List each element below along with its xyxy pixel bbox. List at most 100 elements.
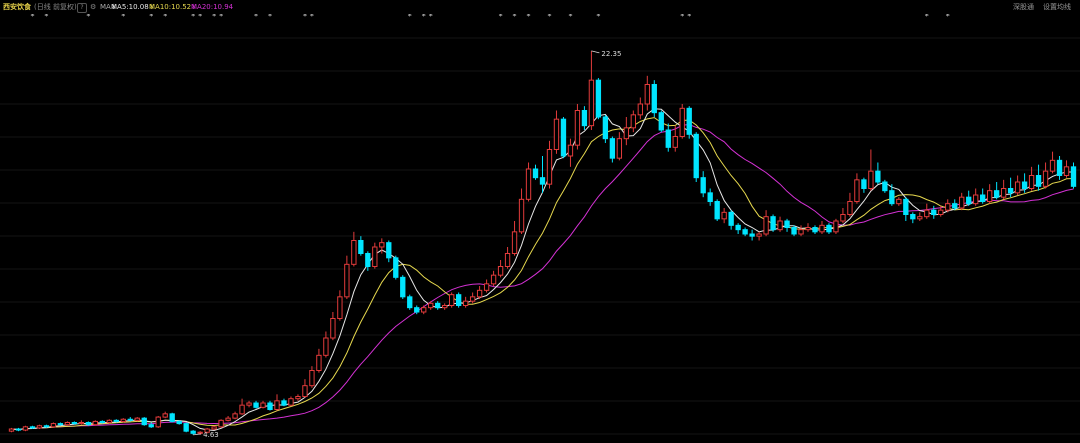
candle	[316, 348, 322, 373]
candle-body	[435, 302, 441, 309]
candle	[651, 80, 657, 117]
candle	[770, 214, 776, 232]
candle-body	[57, 423, 64, 426]
event-marker-icon: *	[44, 14, 48, 21]
candle	[183, 422, 189, 433]
high-label: 22.35	[601, 50, 621, 58]
low-label: 4.63	[203, 431, 219, 439]
candle-body	[539, 177, 546, 185]
candle	[476, 286, 483, 299]
candle	[120, 418, 126, 423]
stock-name[interactable]: 西安饮食	[3, 0, 31, 14]
candle-body	[190, 430, 196, 434]
event-marker-icon: *	[568, 14, 572, 21]
connect-button[interactable]: 深股通	[1013, 0, 1034, 14]
candle-body	[637, 103, 643, 116]
candle-body	[693, 133, 699, 179]
candle-body	[672, 136, 678, 148]
event-marker-icon: *	[212, 14, 216, 21]
settings-icon[interactable]: ⚙	[90, 0, 96, 14]
candle	[8, 427, 15, 433]
candle-body	[784, 220, 790, 228]
event-marker-icon: *	[198, 14, 202, 21]
candle-body	[379, 242, 385, 248]
candle-body	[931, 209, 937, 216]
candle-body	[791, 227, 797, 235]
candle-body	[980, 194, 986, 202]
candle	[253, 400, 259, 409]
candle-body	[365, 253, 371, 267]
candle-body	[525, 168, 532, 200]
candle	[22, 425, 29, 432]
candle-body	[1007, 188, 1014, 194]
candle-body	[260, 402, 266, 408]
candle	[847, 192, 853, 217]
candle	[455, 292, 462, 308]
candle-body	[218, 419, 224, 428]
candle	[553, 110, 560, 154]
candle	[532, 164, 539, 180]
candle-body	[400, 276, 406, 298]
candle	[309, 366, 315, 388]
candle-body	[337, 296, 343, 320]
candle	[85, 421, 92, 426]
candle	[693, 132, 699, 182]
candlestick-chart[interactable]: * * * * * * * * * * * * * * * * * * * * * * * * * * * 22.354.63	[0, 14, 1080, 443]
candle-body	[414, 307, 420, 313]
event-marker-icon: *	[925, 14, 929, 21]
candle	[805, 223, 811, 232]
candle-body	[609, 138, 616, 159]
candle	[246, 400, 252, 408]
candle-body	[924, 209, 930, 218]
candle	[15, 427, 22, 432]
candle	[714, 199, 720, 221]
candle	[225, 416, 231, 422]
candle-body	[952, 203, 958, 209]
candle-body	[581, 110, 588, 127]
candle	[840, 208, 846, 224]
candle-body	[854, 179, 860, 202]
candle-body	[1049, 159, 1056, 172]
candle	[274, 394, 280, 411]
help-icon[interactable]: ?	[77, 3, 87, 13]
candle-body	[630, 114, 636, 129]
candle-body	[504, 253, 511, 267]
candle	[784, 218, 790, 232]
candle-body	[742, 229, 748, 235]
candle-body	[330, 318, 336, 339]
candle-body	[574, 110, 581, 146]
candle-body	[993, 190, 1000, 198]
candle	[281, 398, 287, 407]
candle	[344, 255, 350, 299]
candle-body	[679, 107, 685, 138]
candle-body	[812, 227, 818, 233]
ma-settings-button[interactable]: 设置均线	[1043, 0, 1071, 14]
candle-body	[162, 413, 168, 418]
candle-body	[819, 224, 825, 233]
candle	[155, 416, 161, 428]
candle-body	[134, 417, 140, 421]
candle-body	[588, 79, 595, 127]
period-label[interactable]: (日线 前复权)	[34, 0, 77, 14]
candle-body	[490, 274, 497, 285]
candle	[1042, 162, 1049, 189]
candle-body	[644, 84, 650, 105]
candle-body	[155, 416, 161, 428]
event-marker-icon: *	[303, 14, 307, 21]
candle	[106, 419, 112, 424]
candle-body	[8, 428, 15, 432]
candle-body	[78, 422, 85, 425]
event-marker-icon: *	[596, 14, 600, 21]
candle-body	[176, 420, 182, 425]
candle	[945, 199, 951, 213]
candle-body	[1070, 166, 1077, 187]
event-markers: * * * * * * * * * * * * * * * * * * * * * * * * * * *	[30, 14, 949, 21]
candle-body	[777, 220, 783, 231]
candle-body	[225, 417, 231, 421]
candle	[218, 419, 224, 428]
candle	[358, 236, 364, 256]
candle	[511, 221, 518, 256]
candle-body	[169, 413, 175, 422]
candle-body	[449, 294, 455, 306]
candle-body	[882, 181, 888, 192]
